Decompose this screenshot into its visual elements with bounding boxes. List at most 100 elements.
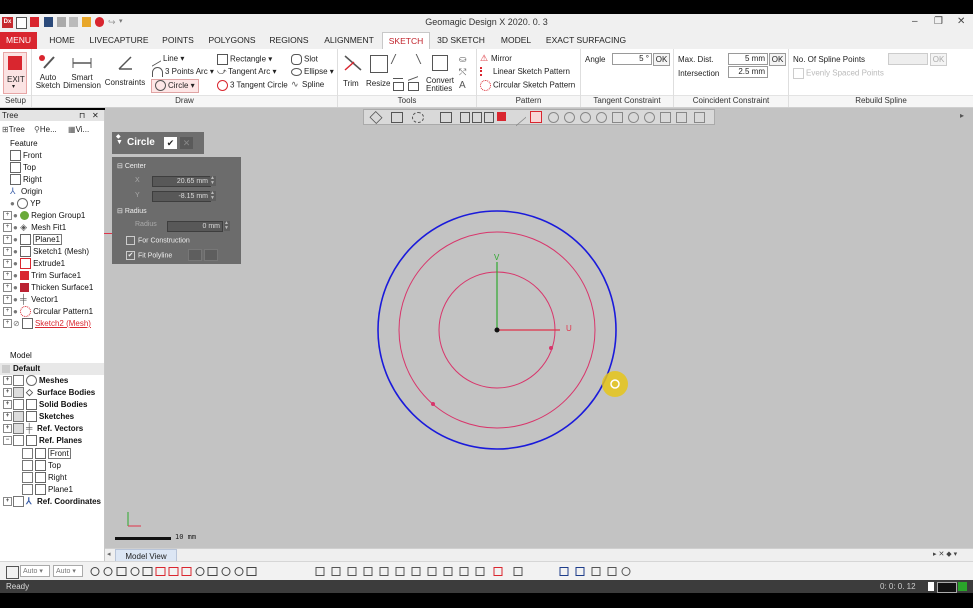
expand-icon[interactable]: + xyxy=(3,307,12,317)
maximize-icon[interactable]: ❐ xyxy=(934,16,943,27)
center-section-header[interactable]: ⊟ Center xyxy=(117,162,146,170)
auto-sketch-button[interactable]: Auto Sketch xyxy=(30,52,64,94)
tree-item-ref-right[interactable]: Right xyxy=(22,472,67,484)
tree-item-front[interactable]: Front xyxy=(10,150,42,162)
fit-polyline-checkbox[interactable]: ✔ Fit Polyline xyxy=(126,251,172,260)
circular-sketch-pattern-button[interactable]: Circular Sketch Pattern xyxy=(480,80,575,91)
checkbox-icon[interactable] xyxy=(13,423,24,435)
tree-item-ref-front[interactable]: Front xyxy=(22,448,71,460)
checkbox-icon[interactable] xyxy=(13,435,24,447)
for-construction-checkbox[interactable]: For Construction xyxy=(126,236,190,245)
checkbox-icon[interactable] xyxy=(22,472,33,484)
tree-item-circular-pattern1[interactable]: + ● Circular Pattern1 xyxy=(0,306,93,318)
checkbox-icon[interactable] xyxy=(13,399,24,411)
tab-exact-surfacing[interactable]: EXACT SURFACING xyxy=(544,32,628,49)
fillet-icon[interactable] xyxy=(408,66,418,81)
auto-filter-dropdown[interactable]: Auto ▾ xyxy=(53,565,83,577)
tree-item-plane1[interactable]: + ● Plane1 xyxy=(0,234,62,246)
text-icon[interactable]: A xyxy=(459,80,466,91)
expand-icon[interactable]: + xyxy=(3,283,12,293)
collapse-icon[interactable]: − xyxy=(3,436,12,446)
minimize-icon[interactable]: – xyxy=(912,16,918,27)
tab-alignment[interactable]: ALIGNMENT xyxy=(320,32,378,49)
checkbox-icon[interactable] xyxy=(13,387,24,399)
tree-item-top[interactable]: Top xyxy=(10,162,36,174)
expand-icon[interactable]: + xyxy=(3,211,12,221)
max-dist-input[interactable]: 5 mm xyxy=(728,53,768,65)
spline-button[interactable]: ∿ Spline xyxy=(291,80,324,89)
tangent-arc-button[interactable]: ⤻Tangent Arc ▾ xyxy=(217,67,277,76)
center-y-input[interactable]: -8.15 mm xyxy=(152,191,211,202)
tree-item-ref-planes[interactable]: − Ref. Planes xyxy=(0,435,82,447)
intersect-icon[interactable]: ⤲ xyxy=(459,67,466,78)
angle-ok-button[interactable]: OK xyxy=(653,53,670,66)
checkbox-icon[interactable] xyxy=(13,496,24,508)
outer-circle-point[interactable] xyxy=(431,402,435,406)
tab-menu[interactable]: MENU xyxy=(0,32,37,49)
spline-ok-button[interactable]: OK xyxy=(930,53,947,66)
subtab-tree[interactable]: ⊞Tree xyxy=(2,125,25,134)
tree-item-sketch1[interactable]: + ● Sketch1 (Mesh) xyxy=(0,246,89,258)
line-button[interactable]: Line ▾ xyxy=(152,51,184,67)
subtab-history[interactable]: ⚲He... xyxy=(34,125,57,134)
tree-item-ref-vectors[interactable]: + ╪ Ref. Vectors xyxy=(0,423,83,435)
radius-spinner-icon[interactable]: ▲ ▼ xyxy=(224,221,230,231)
convert-entities-button[interactable]: Convert Entities xyxy=(426,52,458,94)
x-spinner-icon[interactable]: ▲ ▼ xyxy=(210,176,216,186)
trim-button[interactable]: Trim xyxy=(341,52,365,94)
checkbox-icon[interactable] xyxy=(22,448,33,460)
expand-icon[interactable]: + xyxy=(3,235,12,245)
tree-item-ref-coordinates[interactable]: + ⅄ Ref. Coordinates xyxy=(0,496,101,508)
tree-item-surface-bodies[interactable]: + ◇ Surface Bodies xyxy=(0,387,95,399)
subtab-view[interactable]: ▦Vi... xyxy=(68,125,89,134)
tab-home[interactable]: HOME xyxy=(43,32,81,49)
tab-livecapture[interactable]: LIVECAPTURE xyxy=(88,32,150,49)
tree-item-yp[interactable]: ● YP xyxy=(10,198,41,210)
expand-icon[interactable]: + xyxy=(3,223,12,233)
auto-select-dropdown[interactable]: Auto ▾ xyxy=(20,565,50,577)
expand-icon[interactable]: + xyxy=(3,376,12,386)
close-panel-icon[interactable]: ✕ xyxy=(92,110,99,121)
checkbox-icon[interactable] xyxy=(22,484,33,496)
expand-icon[interactable]: + xyxy=(3,271,12,281)
radius-section-header[interactable]: ⊟ Radius xyxy=(117,207,147,215)
tab-controls-icon[interactable]: ▸ ✕ ◆ ▾ xyxy=(933,550,957,558)
polyline-option2-button[interactable] xyxy=(204,249,218,261)
tab-regions[interactable]: REGIONS xyxy=(266,32,312,49)
slot-button[interactable]: Slot xyxy=(291,54,318,65)
tree-item-right[interactable]: Right xyxy=(10,174,42,186)
expand-icon[interactable]: + xyxy=(3,497,12,507)
dialog-cancel-icon[interactable]: ✕ xyxy=(180,137,193,149)
tree-item-vector1[interactable]: + ● ╪ Vector1 xyxy=(0,294,58,306)
constraints-button[interactable]: Constraints xyxy=(104,52,146,94)
expand-icon[interactable]: + xyxy=(3,412,12,422)
selection-mode-icon[interactable] xyxy=(6,566,19,579)
tree-item-sketch2[interactable]: + ⊘ Sketch2 (Mesh) xyxy=(0,318,91,330)
spline-points-input[interactable] xyxy=(888,53,928,65)
max-dist-ok-button[interactable]: OK xyxy=(769,53,786,66)
tab-polygons[interactable]: POLYGONS xyxy=(206,32,258,49)
tab-scroll-left-icon[interactable]: ◂ xyxy=(107,550,111,558)
offset-icon[interactable] xyxy=(393,68,403,79)
expand-icon[interactable]: + xyxy=(3,424,12,434)
center-x-input[interactable]: 20.65 mm xyxy=(152,176,211,187)
evenly-spaced-checkbox[interactable]: Evenly Spaced Points xyxy=(793,68,884,79)
expand-icon[interactable]: + xyxy=(3,400,12,410)
origin-point[interactable] xyxy=(494,327,500,333)
checkbox-icon[interactable] xyxy=(13,411,24,423)
checkbox-icon[interactable] xyxy=(13,375,24,387)
tree-item-region-group1[interactable]: + ● Region Group1 xyxy=(0,210,85,222)
checkbox-icon[interactable] xyxy=(22,460,33,472)
expand-icon[interactable]: + xyxy=(3,319,12,329)
tab-3d-sketch[interactable]: 3D SKETCH xyxy=(434,32,488,49)
circle-button[interactable]: Circle ▾ xyxy=(151,79,199,93)
intersection-input[interactable]: 2.5 mm xyxy=(728,66,768,78)
dialog-ok-icon[interactable]: ✔ xyxy=(164,137,177,149)
three-points-arc-button[interactable]: 3 Points Arc ▾ xyxy=(152,67,214,77)
three-tangent-circle-button[interactable]: 3 Tangent Circle xyxy=(217,80,288,91)
tree-item-solid-bodies[interactable]: + Solid Bodies xyxy=(0,399,87,411)
expand-icon[interactable]: + xyxy=(3,247,12,257)
split-icon[interactable] xyxy=(405,54,422,64)
tab-model[interactable]: MODEL xyxy=(496,32,536,49)
project-icon[interactable]: ⛀ xyxy=(459,54,467,65)
